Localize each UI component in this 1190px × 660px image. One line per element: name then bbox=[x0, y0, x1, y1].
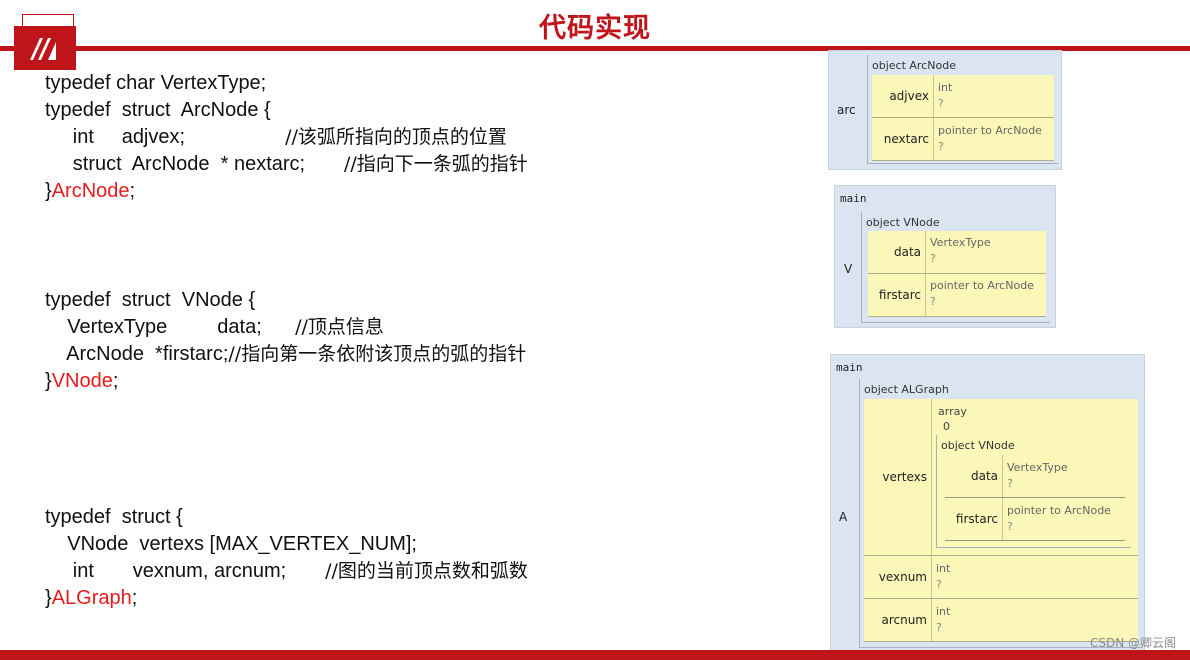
code-comment: //顶点信息 bbox=[295, 316, 384, 338]
field-type: pointer to ArcNode bbox=[1007, 504, 1111, 517]
field-type: int bbox=[936, 562, 951, 575]
arcnode-object: object ArcNode adjvex int ? nextarc poin… bbox=[867, 55, 1058, 164]
field-value: ? bbox=[936, 578, 942, 591]
code-line: typedef struct ArcNode { bbox=[45, 99, 271, 121]
page-title: 代码实现 bbox=[539, 13, 651, 44]
frame-title: main bbox=[836, 361, 863, 374]
field-row: nextarc pointer to ArcNode ? bbox=[872, 118, 1054, 161]
field-type: pointer to ArcNode bbox=[938, 124, 1042, 137]
object-title: object ArcNode bbox=[872, 59, 956, 72]
type-name-highlight: ArcNode bbox=[51, 180, 130, 202]
code-line: ArcNode *firstarc;//指向第一条依附该顶点的弧的指针 bbox=[45, 343, 527, 365]
code-block-arcnode: typedef char VertexType; typedef struct … bbox=[45, 70, 528, 205]
field-value: ? bbox=[930, 252, 936, 265]
code-comment: //指向第一条依附该顶点的弧的指针 bbox=[228, 343, 527, 365]
field-type: int bbox=[938, 81, 953, 94]
field-value: ? bbox=[938, 140, 944, 153]
field-type: VertexType bbox=[1007, 461, 1068, 474]
field-name: adjvex bbox=[872, 75, 934, 117]
field-row: firstarc pointer to ArcNode ? bbox=[868, 274, 1046, 317]
field-row: data VertexType ? bbox=[868, 231, 1046, 274]
code-block-algraph: typedef struct { VNode vertexs [MAX_VERT… bbox=[45, 504, 528, 612]
arc-memory-panel: arc object ArcNode adjvex int ? nextarc … bbox=[828, 50, 1062, 170]
code-comment: //指向下一条弧的指针 bbox=[344, 153, 528, 175]
algraph-memory-panel: main A object ALGraph vertexs array 0 ob… bbox=[830, 354, 1145, 652]
field-value: ? bbox=[1007, 477, 1013, 490]
footer-rule bbox=[0, 650, 1190, 660]
field-value: ? bbox=[936, 621, 942, 634]
code-comment: //该弧所指向的顶点的位置 bbox=[285, 126, 507, 148]
field-row: firstarc pointer to ArcNode ? bbox=[945, 498, 1125, 541]
field-name: data bbox=[868, 231, 926, 273]
array-element-vnode: object VNode data VertexType ? firstarc … bbox=[936, 435, 1131, 548]
code-block-vnode: typedef struct VNode { VertexType data; … bbox=[45, 287, 526, 395]
code-line: typedef char VertexType; bbox=[45, 72, 267, 94]
field-name: data bbox=[945, 455, 1003, 497]
array-label: array bbox=[938, 405, 967, 418]
code-line: int adjvex; //该弧所指向的顶点的位置 bbox=[45, 126, 507, 148]
code-line: }VNode; bbox=[45, 370, 119, 392]
object-title: object VNode bbox=[941, 439, 1015, 452]
field-row-vertexs: vertexs array 0 object VNode data Vertex… bbox=[864, 399, 1138, 556]
code-line: typedef struct { bbox=[45, 506, 183, 528]
code-line: int vexnum, arcnum; //图的当前顶点数和弧数 bbox=[45, 560, 528, 582]
field-type: VertexType bbox=[930, 236, 991, 249]
variable-name: arc bbox=[837, 103, 856, 117]
algraph-object: object ALGraph vertexs array 0 object VN… bbox=[859, 379, 1141, 648]
field-value: ? bbox=[1007, 520, 1013, 533]
object-title: object ALGraph bbox=[864, 383, 949, 396]
field-row: data VertexType ? bbox=[945, 455, 1125, 498]
field-type: int bbox=[936, 605, 951, 618]
field-name: vertexs bbox=[864, 399, 932, 555]
type-name-highlight: ALGraph bbox=[51, 587, 132, 609]
variable-name: V bbox=[844, 262, 853, 276]
field-value: ? bbox=[930, 295, 936, 308]
object-title: object VNode bbox=[866, 216, 940, 229]
variable-name: A bbox=[839, 510, 848, 524]
field-name: vexnum bbox=[864, 556, 932, 598]
vnode-memory-panel: main V object VNode data VertexType ? fi… bbox=[834, 185, 1056, 328]
type-name-highlight: VNode bbox=[51, 370, 113, 392]
code-line: struct ArcNode * nextarc; //指向下一条弧的指针 bbox=[45, 153, 528, 175]
field-name: firstarc bbox=[945, 498, 1003, 540]
code-line: VNode vertexs [MAX_VERTEX_NUM]; bbox=[45, 533, 417, 555]
field-name: arcnum bbox=[864, 599, 932, 641]
field-type: pointer to ArcNode bbox=[930, 279, 1034, 292]
code-line: }ArcNode; bbox=[45, 180, 136, 202]
field-row: adjvex int ? bbox=[872, 75, 1054, 118]
code-line: }ALGraph; bbox=[45, 587, 138, 609]
field-name: firstarc bbox=[868, 274, 926, 316]
field-value: ? bbox=[938, 97, 944, 110]
field-row: vexnum int ? bbox=[864, 556, 1138, 599]
code-line: VertexType data; //顶点信息 bbox=[45, 316, 384, 338]
array-index: 0 bbox=[943, 420, 950, 433]
code-comment: //图的当前顶点数和弧数 bbox=[325, 560, 528, 582]
frame-title: main bbox=[840, 192, 867, 205]
code-line: typedef struct VNode { bbox=[45, 289, 256, 311]
vnode-object: object VNode data VertexType ? firstarc … bbox=[861, 212, 1050, 323]
watermark: CSDN @卿云阁 bbox=[1089, 636, 1176, 650]
field-name: nextarc bbox=[872, 118, 934, 160]
